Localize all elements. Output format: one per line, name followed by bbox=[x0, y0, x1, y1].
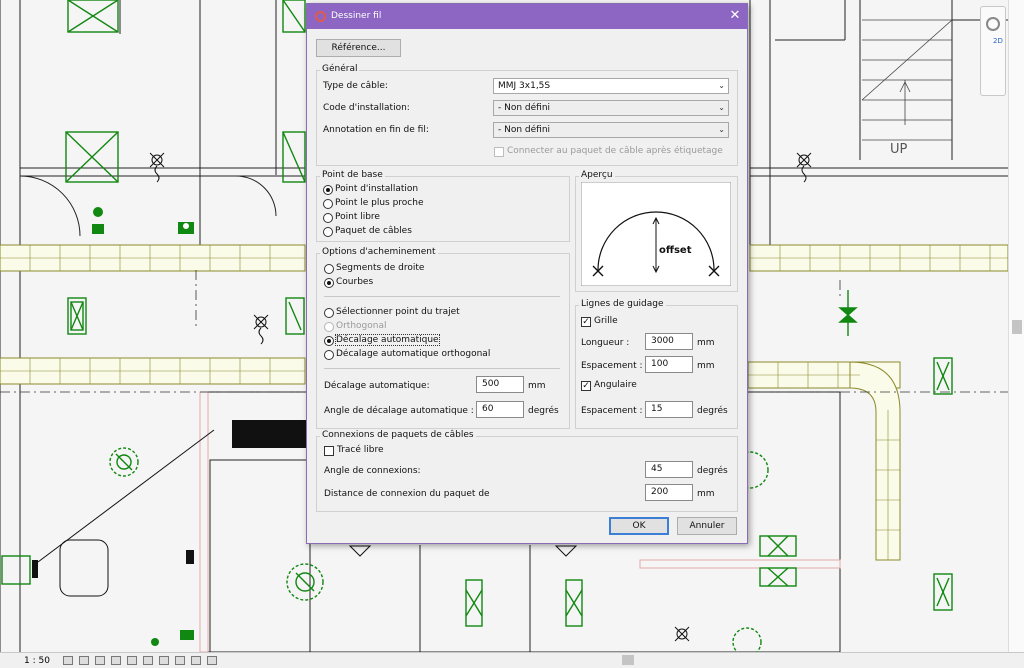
spacing-label: Espacement : bbox=[581, 361, 643, 371]
bundle-legend: Connexions de paquets de câbles bbox=[320, 430, 476, 440]
angular-label: Angulaire bbox=[594, 380, 637, 390]
routing-option-label: Segments de droite bbox=[336, 263, 425, 273]
reveal-hidden-icon[interactable] bbox=[191, 656, 201, 665]
angular-spacing-label: Espacement : bbox=[581, 406, 643, 416]
general-legend: Général bbox=[320, 64, 360, 74]
grid-checkbox[interactable]: ✓ bbox=[581, 317, 591, 327]
vertical-scroll-thumb[interactable] bbox=[1012, 320, 1022, 334]
path-radio-orthogonal[interactable] bbox=[324, 322, 334, 332]
crop-view-icon[interactable] bbox=[127, 656, 137, 665]
close-icon[interactable]: ✕ bbox=[727, 8, 743, 23]
reference-button[interactable]: Référence... bbox=[316, 39, 401, 57]
cable-type-select[interactable]: MMJ 3x1,5S ⌄ bbox=[493, 78, 729, 94]
path-radio-auto-offset[interactable] bbox=[324, 336, 334, 346]
shadows-icon[interactable] bbox=[111, 656, 121, 665]
detail-level-icon[interactable] bbox=[63, 656, 73, 665]
path-option-label: Décalage automatique bbox=[335, 334, 440, 346]
spacing-unit: mm bbox=[697, 361, 715, 371]
install-code-select[interactable]: - Non défini ⌄ bbox=[493, 100, 729, 116]
draw-wire-dialog: Dessiner fil ✕ Référence... Général Type… bbox=[306, 3, 748, 544]
guides-legend: Lignes de guidage bbox=[579, 299, 666, 309]
horizontal-scrollbar[interactable] bbox=[260, 652, 1008, 668]
base-point-radio-free[interactable] bbox=[323, 213, 333, 223]
base-point-radio-installation[interactable] bbox=[323, 185, 333, 195]
bundle-angle-label: Angle de connexions: bbox=[324, 466, 421, 476]
bundle-angle-input[interactable]: 45 bbox=[645, 461, 693, 478]
connect-bundle-checkbox[interactable] bbox=[494, 147, 504, 157]
view-mode-label: 2D bbox=[993, 37, 1003, 45]
vertical-scrollbar[interactable] bbox=[1008, 0, 1024, 652]
cancel-button[interactable]: Annuler bbox=[677, 517, 737, 535]
annotation-value: - Non défini bbox=[498, 125, 551, 135]
preview-offset-label: offset bbox=[659, 245, 692, 256]
auto-offset-angle-label: Angle de décalage automatique : bbox=[324, 406, 474, 416]
base-point-radio-bundle[interactable] bbox=[323, 227, 333, 237]
base-point-legend: Point de base bbox=[320, 170, 385, 180]
stair-up-label: UP bbox=[890, 142, 908, 157]
routing-legend: Options d'acheminement bbox=[320, 247, 438, 257]
cable-type-label: Type de câble: bbox=[323, 81, 388, 91]
annotation-select[interactable]: - Non défini ⌄ bbox=[493, 122, 729, 138]
angular-spacing-input[interactable]: 15 bbox=[645, 401, 693, 418]
annotation-label: Annotation en fin de fil: bbox=[323, 125, 429, 135]
grid-label: Grille bbox=[594, 316, 618, 326]
chevron-down-icon: ⌄ bbox=[718, 125, 725, 134]
angular-checkbox[interactable]: ✓ bbox=[581, 381, 591, 391]
length-unit: mm bbox=[697, 338, 715, 348]
preview-image: offset bbox=[581, 182, 731, 286]
path-option-label: Décalage automatique orthogonal bbox=[336, 349, 491, 359]
path-option-label: Orthogonal bbox=[336, 321, 387, 331]
routing-radio-straight[interactable] bbox=[324, 264, 334, 274]
visual-style-icon[interactable] bbox=[79, 656, 89, 665]
dialog-title: Dessiner fil bbox=[331, 11, 382, 21]
spacing-input[interactable]: 100 bbox=[645, 356, 693, 373]
auto-offset-angle-input[interactable]: 60 bbox=[476, 401, 524, 418]
chevron-down-icon: ⌄ bbox=[718, 103, 725, 112]
angular-spacing-unit: degrés bbox=[697, 406, 728, 416]
dialog-titlebar[interactable]: Dessiner fil ✕ bbox=[307, 4, 747, 29]
scale-readout[interactable]: 1 : 50 bbox=[0, 656, 60, 666]
length-label: Longueur : bbox=[581, 338, 630, 348]
temporary-hide-icon[interactable] bbox=[175, 656, 185, 665]
cable-type-value: MMJ 3x1,5S bbox=[498, 81, 551, 91]
base-point-option-label: Point libre bbox=[335, 212, 380, 222]
free-trace-checkbox[interactable] bbox=[324, 446, 334, 456]
base-point-radio-nearest[interactable] bbox=[323, 199, 333, 209]
base-point-option-label: Point le plus proche bbox=[335, 198, 424, 208]
length-input[interactable]: 3000 bbox=[645, 333, 693, 350]
base-point-option-label: Paquet de câbles bbox=[335, 226, 412, 236]
free-trace-label: Tracé libre bbox=[337, 445, 384, 455]
ok-button[interactable]: OK bbox=[609, 517, 669, 535]
auto-offset-input[interactable]: 500 bbox=[476, 376, 524, 393]
bundle-angle-unit: degrés bbox=[697, 466, 728, 476]
path-radio-auto-offset-orthogonal[interactable] bbox=[324, 350, 334, 360]
base-point-option-label: Point d'installation bbox=[335, 184, 419, 194]
routing-separator bbox=[324, 368, 560, 369]
bundle-distance-input[interactable]: 200 bbox=[645, 484, 693, 501]
lock-view-icon[interactable] bbox=[159, 656, 169, 665]
preview-legend: Aperçu bbox=[579, 170, 615, 180]
show-crop-icon[interactable] bbox=[143, 656, 153, 665]
path-radio-select-point[interactable] bbox=[324, 308, 334, 318]
routing-option-label: Courbes bbox=[336, 277, 374, 287]
steering-wheel-icon[interactable] bbox=[986, 17, 1000, 31]
routing-radio-curves[interactable] bbox=[324, 278, 334, 288]
navigation-bar[interactable]: 2D bbox=[980, 6, 1006, 96]
sun-path-icon[interactable] bbox=[95, 656, 105, 665]
auto-offset-angle-unit: degrés bbox=[528, 406, 559, 416]
horizontal-scroll-thumb[interactable] bbox=[622, 655, 634, 665]
routing-separator bbox=[324, 296, 560, 297]
install-code-value: - Non défini bbox=[498, 103, 551, 113]
analytical-model-icon[interactable] bbox=[207, 656, 217, 665]
path-option-label: Sélectionner point du trajet bbox=[336, 307, 460, 317]
bundle-distance-unit: mm bbox=[697, 489, 715, 499]
bundle-distance-label: Distance de connexion du paquet de bbox=[324, 489, 490, 499]
chevron-down-icon: ⌄ bbox=[718, 81, 725, 90]
connect-bundle-label: Connecter au paquet de câble après étiqu… bbox=[507, 146, 723, 156]
auto-offset-unit: mm bbox=[528, 381, 546, 391]
auto-offset-label: Décalage automatique: bbox=[324, 381, 430, 391]
install-code-label: Code d'installation: bbox=[323, 103, 410, 113]
app-icon bbox=[315, 11, 326, 22]
